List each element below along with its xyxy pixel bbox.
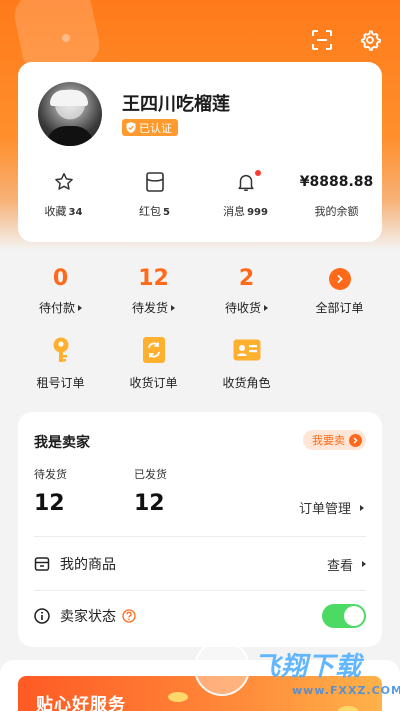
service-banner-text: 贴心好服务 xyxy=(36,695,126,711)
service-banner[interactable]: 贴心好服务 xyxy=(18,676,382,711)
seller-status-toggle[interactable] xyxy=(322,604,366,628)
tool-receive-orders-label: 收货订单 xyxy=(129,376,178,390)
seller-status-label-wrap: 卖家状态 xyxy=(60,606,136,626)
triangle-right-icon xyxy=(171,304,175,311)
toggle-knob xyxy=(344,606,364,626)
verified-badge: 已认证 xyxy=(122,119,178,136)
my-goods-row[interactable]: 我的商品 查看 xyxy=(34,552,366,576)
stat-favorites-count: 34 xyxy=(68,207,83,218)
triangle-right-icon xyxy=(360,504,364,511)
stat-red-packets-label: 红包 xyxy=(139,205,162,218)
triangle-right-icon xyxy=(78,304,82,311)
order-pending-receipt-count: 2 xyxy=(238,266,255,291)
divider xyxy=(34,590,366,591)
stat-favorites[interactable]: 收藏 34 xyxy=(18,170,109,219)
balance-label: 我的余额 xyxy=(314,205,359,218)
sell-button[interactable]: 我要卖 xyxy=(303,430,366,450)
order-pending-payment[interactable]: 0 待付款 xyxy=(14,264,107,324)
stat-red-packets-count: 5 xyxy=(163,207,170,218)
tool-rental-orders-label: 租号订单 xyxy=(36,376,85,390)
seller-shipped-count: 12 xyxy=(134,491,165,516)
key-icon xyxy=(47,336,75,364)
tool-rental-orders[interactable]: 租号订单 xyxy=(14,336,107,391)
triangle-right-icon xyxy=(362,561,366,567)
user-name: 王四川吃榴莲 xyxy=(122,94,230,115)
seller-shipped[interactable]: 已发货 12 xyxy=(134,466,167,516)
header-actions xyxy=(310,28,382,52)
order-all-label: 全部订单 xyxy=(315,301,364,315)
star-icon xyxy=(54,173,73,190)
seller-status-label: 卖家状态 xyxy=(60,609,116,625)
order-pending-shipment-label: 待发货 xyxy=(131,301,168,315)
seller-shipped-label: 已发货 xyxy=(134,468,167,481)
help-icon[interactable] xyxy=(122,609,136,623)
arrow-right-circle-icon xyxy=(328,268,351,290)
order-pending-payment-count: 0 xyxy=(52,266,69,291)
tool-receive-roles[interactable]: 收货角色 xyxy=(200,336,293,391)
stat-red-packets[interactable]: 红包 5 xyxy=(109,170,200,219)
seller-title: 我是卖家 xyxy=(34,435,90,451)
order-pending-receipt[interactable]: 2 待收货 xyxy=(200,264,293,324)
arrow-right-circle-icon xyxy=(349,433,362,447)
triangle-right-icon xyxy=(264,304,268,311)
order-pending-shipment-count: 12 xyxy=(138,266,169,291)
seller-status-row: 卖家状态 xyxy=(34,604,366,628)
order-management-label: 订单管理 xyxy=(298,502,351,517)
stat-favorites-label: 收藏 xyxy=(44,205,67,218)
sell-button-label: 我要卖 xyxy=(312,434,345,447)
seller-pending-label: 待发货 xyxy=(34,468,67,481)
seller-card: 我是卖家 我要卖 待发货 12 已发货 12 订单管理 我的商品 查看 卖家状态 xyxy=(18,412,382,647)
id-card-icon xyxy=(233,336,261,364)
refresh-doc-icon xyxy=(140,336,168,364)
order-status-row: 0 待付款 12 待发货 2 待收货 全部订单 xyxy=(0,264,400,324)
stat-messages-label: 消息 xyxy=(223,205,246,218)
view-goods-label: 查看 xyxy=(326,558,353,574)
profile-stats: 收藏 34 红包 5 消息 999 ¥8888.88 我的余额 xyxy=(18,170,382,219)
order-pending-receipt-label: 待收货 xyxy=(224,301,261,315)
notification-dot xyxy=(254,170,261,176)
view-goods-link[interactable]: 查看 xyxy=(327,555,366,574)
my-goods-label: 我的商品 xyxy=(60,557,116,573)
scan-icon[interactable] xyxy=(310,28,334,52)
avatar[interactable] xyxy=(38,82,102,146)
stat-messages-count: 999 xyxy=(247,207,268,218)
tool-receive-roles-label: 收货角色 xyxy=(222,376,271,390)
settings-icon[interactable] xyxy=(358,28,382,52)
seller-pending-count: 12 xyxy=(34,491,65,516)
verified-label: 已认证 xyxy=(139,121,172,135)
order-management-link[interactable]: 订单管理 xyxy=(299,498,364,517)
order-tools-row: 租号订单 收货订单 收货角色 xyxy=(0,336,400,391)
header-decoration-dot xyxy=(62,34,70,42)
stat-balance[interactable]: ¥8888.88 我的余额 xyxy=(291,170,382,219)
coin-decoration xyxy=(168,692,188,702)
order-pending-shipment[interactable]: 12 待发货 xyxy=(107,264,200,324)
order-all[interactable]: 全部订单 xyxy=(293,264,386,324)
stat-messages[interactable]: 消息 999 xyxy=(200,170,291,219)
coin-decoration xyxy=(338,706,358,711)
wallet-icon xyxy=(145,172,164,192)
profile-card: 王四川吃榴莲 已认证 收藏 34 红包 5 消息 999 ¥8888.88 我的… xyxy=(18,62,382,242)
avatar-shirt xyxy=(46,126,94,146)
info-icon xyxy=(34,608,50,624)
bell-icon xyxy=(237,174,254,191)
divider xyxy=(34,536,366,537)
seller-pending-shipment[interactable]: 待发货 12 xyxy=(34,466,67,516)
tool-receive-orders[interactable]: 收货订单 xyxy=(107,336,200,391)
store-box-icon xyxy=(34,557,50,571)
avatar-cap xyxy=(50,90,88,106)
shield-check-icon xyxy=(126,122,136,133)
balance-value: ¥8888.88 xyxy=(299,174,374,190)
order-pending-payment-label: 待付款 xyxy=(38,301,75,315)
